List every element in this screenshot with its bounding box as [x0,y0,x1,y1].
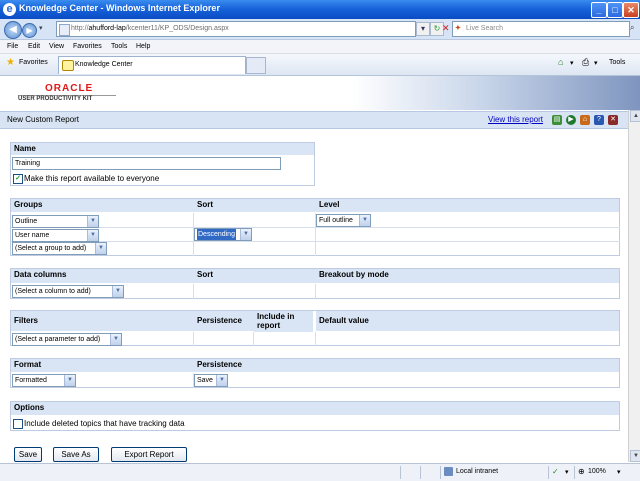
home-icon[interactable]: ⌂ [558,57,563,67]
menu-bar: File Edit View Favorites Tools Help [0,40,640,54]
favorites-bar: ★ Favorites Knowledge Center ⌂ ▾ ⎙ ▾ Too… [0,54,640,76]
zoom-dropdown-icon[interactable]: ▾ [617,468,621,476]
format-header: Format [11,359,194,372]
address-dropdown-icon[interactable]: ▾ [416,22,430,36]
data-columns-header: Data columns [11,269,194,283]
exit-icon[interactable]: ✕ [608,115,618,125]
report-icon[interactable]: ▤ [552,115,562,125]
ie-icon: e [3,3,16,16]
protected-mode-icon: ✓ [552,467,559,476]
report-name-input[interactable]: Training [12,157,281,170]
go-icon[interactable]: ▶ [566,115,576,125]
add-group-select[interactable]: (Select a group to add) ▼ [12,242,107,255]
group-select-outline[interactable]: Outline ▼ [12,215,99,228]
favorites-star-icon[interactable]: ★ [6,57,15,68]
history-dropdown-icon[interactable]: ▾ [39,24,43,32]
breakout-header: Breakout by mode [316,269,619,283]
menu-file[interactable]: File [7,41,18,52]
menu-view[interactable]: View [49,41,64,52]
menu-tools[interactable]: Tools [111,41,127,52]
persistence-header: Persistence [194,311,254,331]
print-dropdown-icon[interactable]: ▾ [594,59,598,67]
zone-label: Local intranet [456,468,499,475]
favorites-button[interactable]: Favorites [19,59,48,66]
search-icon[interactable]: ⌕ [630,23,634,33]
product-name: USER PRODUCTIVITY KIT [18,96,93,102]
include-header: Include in report [254,311,313,332]
deleted-topics-label: Include deleted topics that have trackin… [24,419,185,428]
level-select[interactable]: Full outline ▼ [316,214,371,227]
window-title: Knowledge Center - Windows Internet Expl… [19,3,220,13]
protected-dropdown-icon[interactable]: ▾ [565,468,569,476]
save-button[interactable]: Save [14,447,42,462]
level-header: Level [316,199,619,212]
share-label: Make this report available to everyone [24,174,160,183]
knowledge-center-icon [62,60,74,71]
tab-label: Knowledge Center [75,61,133,68]
close-button[interactable]: ✕ [623,2,639,18]
minimize-button[interactable]: _ [591,2,607,18]
data-sort-header: Sort [194,269,316,283]
home-page-icon[interactable]: ⌂ [580,115,590,125]
search-input[interactable]: ✦ Live Search [452,21,630,37]
scroll-up-icon[interactable]: ▲ [630,110,640,122]
format-persistence-select[interactable]: Save ▼ [194,374,228,387]
format-select[interactable]: Formatted ▼ [12,374,76,387]
oracle-header: ORACLE USER PRODUCTIVITY KIT [0,76,640,110]
address-url: http://ahufford-lap/kcenter11/KP_ODS/Des… [71,25,229,32]
save-as-button[interactable]: Save As [53,447,99,462]
zoom-icon[interactable]: ⊕ [578,467,585,476]
options-section: Options Include deleted topics that have… [10,401,620,431]
groups-header: Groups [11,199,194,212]
export-report-button[interactable]: Export Report [111,447,187,462]
status-bar: Local intranet ✓ ▾ ⊕ 100% ▾ [0,463,640,481]
local-intranet-icon [444,467,453,476]
stop-icon[interactable]: ✕ [442,22,452,34]
data-columns-section: Data columns Sort Breakout by mode (Sele… [10,268,620,299]
format-persistence-header: Persistence [194,359,619,372]
page-title: New Custom Report [7,115,80,124]
add-parameter-select[interactable]: (Select a parameter to add) ▼ [12,333,122,346]
sort-select-descending[interactable]: Descending ▼ [194,228,252,241]
share-checkbox[interactable]: ✓ [13,174,23,184]
print-icon[interactable]: ⎙ [582,57,589,68]
zoom-level[interactable]: 100% [588,468,606,475]
window-title-bar: e Knowledge Center - Windows Internet Ex… [0,0,640,19]
forward-icon[interactable]: ▶ [22,23,37,38]
maximize-button[interactable]: □ [607,2,623,18]
name-header: Name [11,143,314,155]
search-placeholder: Live Search [466,25,503,32]
options-header: Options [11,402,619,415]
groups-section: Groups Sort Level Outline ▼ Full outline ▼… [10,198,620,256]
oracle-logo: ORACLE USER PRODUCTIVITY KIT [18,82,118,104]
sort-header: Sort [194,199,316,212]
address-input[interactable]: http://ahufford-lap/kcenter11/KP_ODS/Des… [56,21,416,37]
scroll-down-icon[interactable]: ▼ [630,450,640,462]
deleted-topics-checkbox[interactable] [13,419,23,429]
name-section: Name Training ✓ Make this report availab… [10,142,315,186]
oracle-wordmark: ORACLE [45,83,94,94]
live-search-icon: ✦ [455,25,461,32]
filters-header: Filters [11,311,194,331]
tools-button[interactable]: Tools [609,59,625,66]
page-heading-bar: New Custom Report View this report ▤ ▶ ⌂… [0,111,628,129]
format-section: Format Persistence Formatted ▼ Save ▼ [10,358,620,388]
help-icon[interactable]: ? [594,115,604,125]
new-tab-button[interactable] [246,57,266,74]
menu-favorites[interactable]: Favorites [73,41,102,52]
group-select-user-name[interactable]: User name ▼ [12,229,99,242]
address-row: ◀ ▶ ▾ http://ahufford-lap/kcenter11/KP_O… [0,19,640,40]
menu-help[interactable]: Help [136,41,150,52]
vertical-scrollbar[interactable]: ▲ ▼ [628,110,640,462]
home-dropdown-icon[interactable]: ▾ [570,59,574,67]
view-report-link[interactable]: View this report [488,115,543,124]
menu-edit[interactable]: Edit [28,41,40,52]
add-column-select[interactable]: (Select a column to add) ▼ [12,285,124,298]
tab-knowledge-center[interactable]: Knowledge Center [58,56,246,74]
page-icon [59,24,70,36]
default-value-header: Default value [316,311,619,331]
filters-section: Filters Persistence Include in report De… [10,310,620,346]
back-icon[interactable]: ◀ [4,21,22,39]
